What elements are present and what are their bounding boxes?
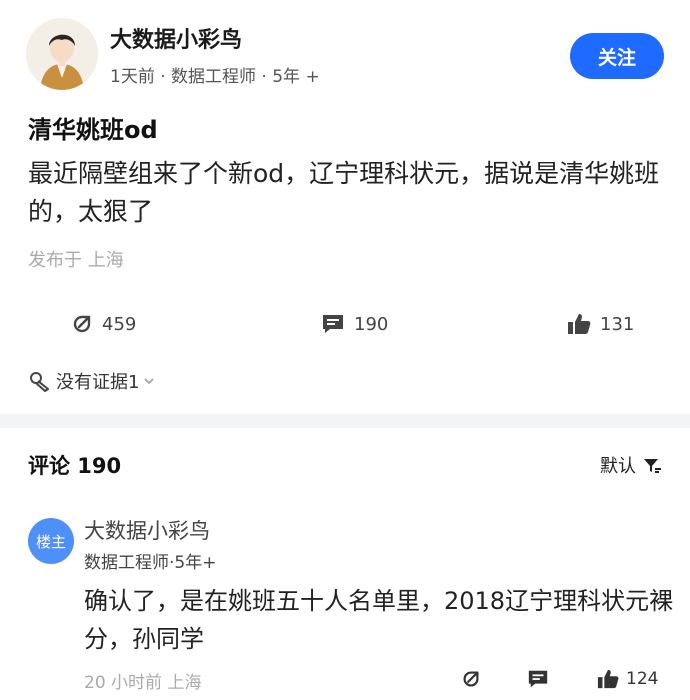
comment-time-location: 20 小时前 上海	[84, 673, 202, 693]
like-button[interactable]: 131	[566, 312, 634, 336]
comment-body: 确认了，是在姚班五十人名单里，2018辽宁理科状元裸分，孙同学	[84, 587, 674, 653]
post-location: 发布于 上海	[28, 250, 124, 271]
comment-icon	[323, 315, 343, 333]
op-badge-avatar[interactable]: 楼主	[28, 518, 74, 564]
comment-reply-button[interactable]	[526, 668, 550, 690]
comment-icon	[528, 670, 548, 688]
thumbs-up-icon	[568, 314, 591, 334]
comment-like-count: 124	[626, 669, 659, 689]
follow-button[interactable]: 关注	[570, 33, 664, 79]
post-body: 最近隔壁组来了个新od，辽宁理科状元，据说是清华姚班的，太狠了	[28, 159, 660, 226]
filter-icon	[644, 459, 661, 473]
comments-heading: 评论 190	[28, 454, 122, 478]
author-meta: 1天前 · 数据工程师 · 5年 +	[110, 67, 320, 87]
share-icon	[463, 671, 479, 687]
evidence-icon	[30, 372, 49, 392]
comment-share-button[interactable]	[460, 668, 482, 690]
evidence-row[interactable]: 没有证据1	[28, 368, 155, 394]
sort-dropdown[interactable]: 默认	[600, 452, 662, 478]
like-count: 131	[600, 313, 635, 335]
commenter-meta: 数据工程师·5年+	[84, 553, 217, 573]
share-icon	[73, 315, 91, 333]
section-divider	[0, 414, 690, 428]
post-title: 清华姚班od	[28, 116, 158, 144]
comment-count: 190	[354, 313, 389, 335]
chevron-down-icon	[144, 378, 155, 385]
share-button[interactable]: 459	[70, 312, 136, 336]
avatar-illustration	[26, 18, 98, 90]
share-count: 459	[102, 313, 137, 335]
thumbs-up-icon	[597, 669, 619, 689]
commenter-name[interactable]: 大数据小彩鸟	[84, 515, 210, 545]
comment-like-button[interactable]: 124	[596, 668, 658, 690]
author-name[interactable]: 大数据小彩鸟	[110, 22, 242, 54]
author-avatar[interactable]	[26, 18, 98, 90]
evidence-label: 没有证据1	[56, 372, 140, 393]
comment-button[interactable]: 190	[320, 312, 388, 336]
sort-label: 默认	[600, 456, 636, 477]
